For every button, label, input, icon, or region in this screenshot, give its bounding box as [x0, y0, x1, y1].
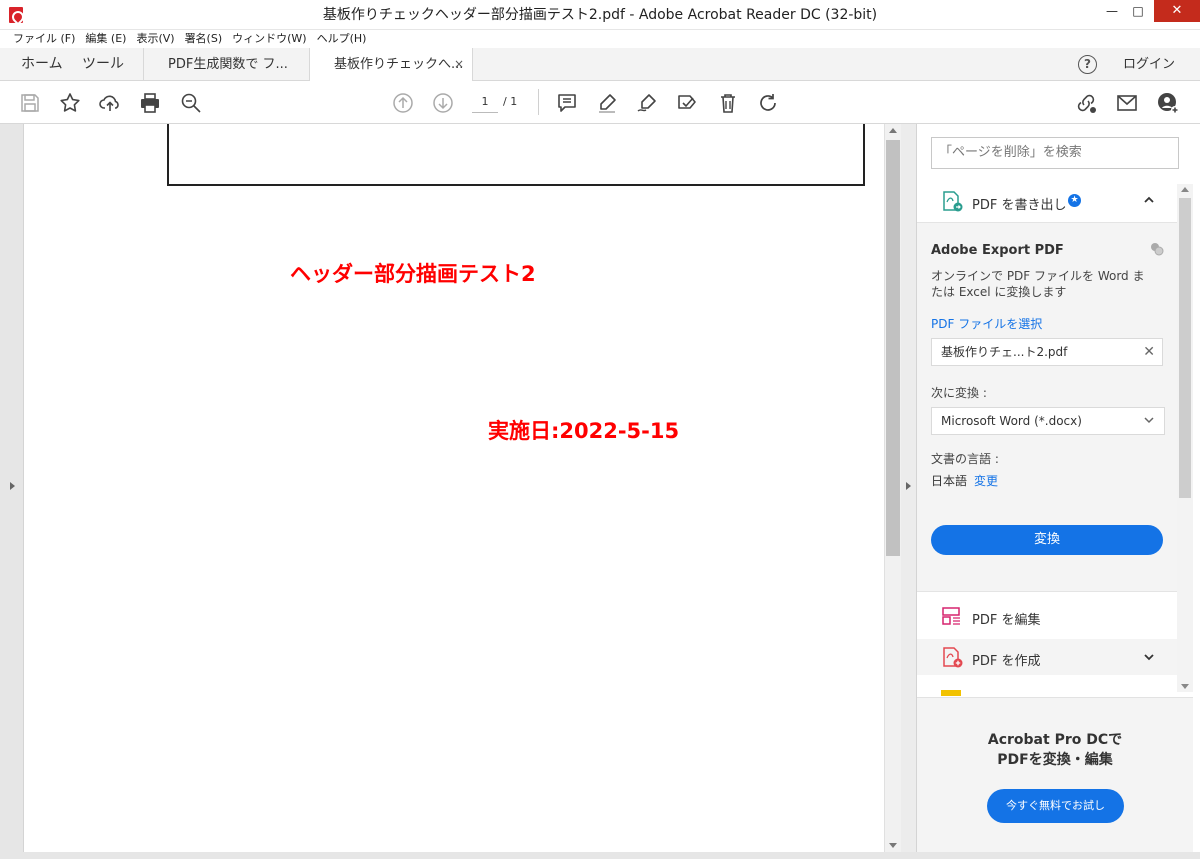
next-page-icon[interactable] — [431, 91, 455, 115]
login-button[interactable]: ログイン — [1123, 48, 1175, 81]
cloud-upload-icon[interactable] — [98, 91, 122, 115]
premium-star-icon: ★ — [1068, 194, 1081, 207]
collapse-right-pane-icon — [906, 482, 911, 490]
menu-view[interactable]: 表示(V) — [131, 30, 179, 48]
free-trial-button[interactable]: 今すぐ無料でお試し — [987, 789, 1124, 823]
menu-file[interactable]: ファイル (F) — [8, 30, 80, 48]
save-icon[interactable] — [18, 91, 42, 115]
menu-window[interactable]: ウィンドウ(W) — [227, 30, 311, 48]
sign-pen-icon[interactable] — [635, 91, 659, 115]
share-link-icon[interactable] — [1074, 91, 1098, 115]
comment-icon[interactable] — [555, 91, 579, 115]
tool-create-pdf[interactable]: PDF を作成 — [917, 639, 1177, 675]
email-icon[interactable] — [1115, 91, 1139, 115]
export-pdf-icon — [941, 190, 963, 212]
convert-button[interactable]: 変換 — [931, 525, 1163, 555]
promo-title: Acrobat Pro DCで PDFを変換・編集 — [917, 730, 1193, 770]
close-window-button[interactable]: ✕ — [1154, 0, 1200, 22]
tool-search-input[interactable]: 「ページを削除」を検索 — [931, 137, 1179, 169]
convert-to-label: 次に変換 : — [931, 386, 987, 400]
chevron-down-icon — [1144, 417, 1154, 424]
document-scrollbar[interactable] — [884, 124, 901, 852]
highlight-pen-icon[interactable] — [595, 91, 619, 115]
document-language-value: 日本語 — [931, 474, 968, 488]
promo-line-2: PDFを変換・編集 — [997, 752, 1113, 768]
selected-file-name: 基板作りチェ...ト2.pdf — [941, 345, 1068, 359]
window-bottom-border — [0, 852, 1200, 859]
zoom-icon[interactable] — [179, 91, 203, 115]
document-date: 実施日:2022-5-15 — [488, 419, 680, 443]
edit-pdf-icon — [941, 605, 963, 627]
page-number-input[interactable]: 1 — [472, 91, 498, 113]
tab-close-icon[interactable]: × — [454, 48, 464, 81]
format-select-value: Microsoft Word (*.docx) — [941, 414, 1082, 428]
help-icon[interactable]: ? — [1078, 55, 1097, 74]
header-frame-box — [167, 124, 865, 186]
pane-scroll-down-icon[interactable] — [1181, 684, 1189, 689]
acrobat-pro-promo: Acrobat Pro DCで PDFを変換・編集 今すぐ無料でお試し — [917, 697, 1193, 852]
create-pdf-icon — [941, 646, 963, 668]
export-options-icon[interactable] — [1149, 241, 1165, 257]
promo-line-1: Acrobat Pro DCで — [987, 732, 1123, 748]
bookmark-star-icon[interactable] — [58, 91, 82, 115]
stamp-icon[interactable] — [675, 91, 699, 115]
selected-file-field[interactable]: 基板作りチェ...ト2.pdf ✕ — [931, 338, 1163, 366]
tab-document-2-label: 基板作りチェックへ... — [334, 57, 464, 72]
menu-sign[interactable]: 署名(S) — [180, 30, 228, 48]
select-pdf-file-link[interactable]: PDF ファイルを選択 — [931, 315, 1042, 332]
pane-scroll-thumb[interactable] — [1179, 198, 1191, 498]
tab-document-1[interactable]: PDF生成関数で フ... — [143, 48, 309, 81]
title-bar: 基板作りチェックヘッダー部分描画テスト2.pdf - Adobe Acrobat… — [0, 0, 1200, 30]
scroll-up-arrow-icon[interactable] — [889, 128, 897, 133]
export-pdf-header[interactable]: PDF を書き出し ★ — [917, 184, 1177, 220]
scroll-down-arrow-icon[interactable] — [889, 843, 897, 848]
tab-bar: ホーム ツール PDF生成関数で フ... 基板作りチェックへ... × ? ロ… — [0, 48, 1200, 82]
comment-tool-icon-partial — [941, 690, 961, 696]
change-language-link[interactable]: 変更 — [974, 472, 998, 489]
clear-file-icon[interactable]: ✕ — [1143, 339, 1155, 365]
tab-document-2[interactable]: 基板作りチェックへ... × — [309, 48, 473, 82]
expand-left-pane-icon — [10, 482, 15, 490]
chevron-down-icon[interactable] — [1143, 651, 1155, 663]
add-user-icon[interactable] — [1156, 91, 1180, 115]
edit-pdf-label: PDF を編集 — [972, 613, 1041, 628]
export-panel-description: オンラインで PDF ファイルを Word または Excel に変換します — [931, 269, 1145, 299]
window-title: 基板作りチェックヘッダー部分描画テスト2.pdf - Adobe Acrobat… — [322, 7, 878, 23]
tab-document-1-label: PDF生成関数で フ... — [168, 57, 288, 72]
rotate-icon[interactable] — [756, 91, 780, 115]
chevron-up-icon[interactable] — [1143, 194, 1155, 206]
previous-page-icon[interactable] — [391, 91, 415, 115]
pane-scroll-up-icon[interactable] — [1181, 187, 1189, 192]
tools-pane-scrollbar[interactable] — [1177, 184, 1193, 692]
tab-home[interactable]: ホーム — [21, 48, 63, 81]
print-icon[interactable] — [138, 91, 162, 115]
page-total: / 1 — [503, 95, 518, 108]
export-pdf-label: PDF を書き出し — [972, 198, 1067, 213]
document-scroll-thumb[interactable] — [886, 140, 900, 556]
menu-bar: ファイル (F) 編集 (E) 表示(V) 署名(S) ウィンドウ(W) ヘルプ… — [0, 30, 1200, 48]
document-heading: ヘッダー部分描画テスト2 — [290, 262, 536, 286]
toolbar-separator — [538, 89, 539, 115]
export-pdf-panel: Adobe Export PDF オンラインで PDF ファイルを Word ま… — [917, 222, 1177, 592]
right-pane-toggle[interactable] — [901, 124, 917, 852]
left-navigation-pane-toggle[interactable] — [0, 124, 24, 852]
menu-help[interactable]: ヘルプ(H) — [312, 30, 372, 48]
document-language-label: 文書の言語 : — [931, 452, 999, 466]
format-select[interactable]: Microsoft Word (*.docx) — [931, 407, 1165, 435]
menu-edit[interactable]: 編集 (E) — [80, 30, 131, 48]
tab-tools[interactable]: ツール — [82, 48, 124, 81]
delete-trash-icon[interactable] — [716, 91, 740, 115]
export-panel-title: Adobe Export PDF — [931, 243, 1064, 258]
create-pdf-label: PDF を作成 — [972, 654, 1041, 669]
document-page: ヘッダー部分描画テスト2 実施日:2022-5-15 — [24, 124, 884, 852]
toolbar: 1 / 1 — [0, 81, 1200, 124]
tool-edit-pdf[interactable]: PDF を編集 — [917, 598, 1177, 634]
